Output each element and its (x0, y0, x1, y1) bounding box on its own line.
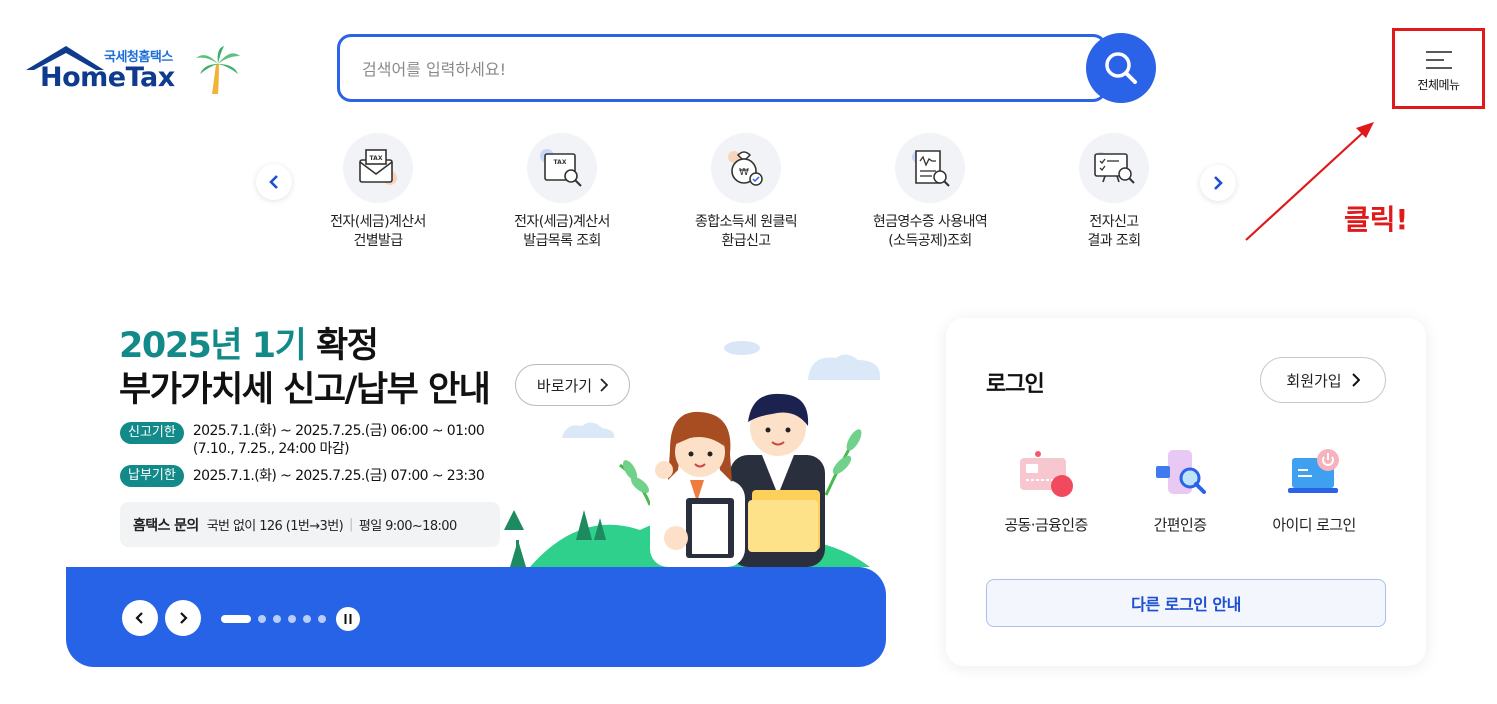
search-icon (1105, 52, 1137, 84)
quick-menu-label: 전자(세금)계산서 (514, 214, 610, 230)
all-menu-label: 전체메뉴 (1417, 78, 1460, 92)
login-option-simple-auth[interactable]: 간편인증 (1110, 446, 1250, 535)
search-box (337, 34, 1107, 102)
report-deadline-badge: 신고기한 (120, 422, 184, 444)
quick-menu-item-invoice-list[interactable]: TAX 전자(세금)계산서발급목록 조회 (472, 133, 652, 251)
palm-tree-icon (196, 46, 240, 94)
login-panel: 로그인 회원가입 공동·금융인증 간편인증 아이디 로그인 다른 로그인 안내 (946, 318, 1426, 666)
quick-menu-label: 현금영수증 사용내역 (872, 214, 988, 230)
banner-title-part1: 확정 (316, 326, 379, 366)
annotation-click-text: 클릭! (1344, 203, 1409, 236)
svg-text:TAX: TAX (554, 159, 567, 166)
chevron-left-icon (135, 612, 143, 624)
pay-deadline-row: 납부기한 2025.7.1.(화) ~ 2025.7.25.(금) 07:00 … (120, 465, 485, 487)
pay-deadline-badge: 납부기한 (120, 465, 184, 487)
logo-title: HomeTax (40, 62, 175, 93)
report-deadline-row: 신고기한 2025.7.1.(화) ~ 2025.7.25.(금) 06:00 … (120, 422, 485, 458)
banner-title-line2: 부가가치세 신고/납부 안내 (119, 370, 491, 410)
banner-illustration (504, 341, 881, 567)
chevron-right-icon (180, 612, 188, 624)
quick-menu-label: 건별발급 (353, 233, 403, 249)
inquiry-phone: 국번 없이 126 (1번→3번) (206, 519, 344, 534)
slide-indicator[interactable] (303, 615, 311, 623)
quick-menu-item-cash-receipt[interactable]: 현금영수증 사용내역 (소득공제)조회 (840, 133, 1020, 251)
quick-menu-item-income-refund[interactable]: ₩ 종합소득세 원클릭환급신고 (656, 133, 836, 251)
login-option-label: 아이디 로그인 (1272, 516, 1356, 534)
quick-menu-next-button[interactable] (1200, 165, 1236, 201)
quick-menu-item-e-filing-result[interactable]: 전자신고결과 조회 (1024, 133, 1204, 251)
slide-indicator[interactable] (258, 615, 266, 623)
login-option-id-login[interactable]: 아이디 로그인 (1244, 446, 1384, 535)
quick-menu-label: (소득공제)조회 (888, 233, 972, 249)
tax-search-icon: TAX (527, 133, 597, 203)
phone-search-icon (1156, 450, 1206, 494)
banner-title-accent: 2025년 1기 (119, 326, 307, 366)
certificate-card-icon (1020, 451, 1073, 497)
chevron-right-icon (1214, 176, 1223, 190)
banner-next-button[interactable] (165, 600, 201, 636)
inquiry-hours: 평일 9:00~18:00 (358, 519, 457, 534)
hometax-main-page: 국세청홈택스 HomeTax 전체메뉴 클릭! (0, 0, 1497, 704)
pause-icon (344, 614, 352, 624)
quick-menu-label: 전자(세금)계산서 (330, 214, 426, 230)
report-deadline-note: (7.10., 7.25., 24:00 마감) (192, 441, 350, 457)
all-menu-button[interactable]: 전체메뉴 (1392, 28, 1485, 109)
quick-menu-item-invoice-issue[interactable]: TAX 전자(세금)계산서건별발급 (288, 133, 468, 251)
login-option-label: 간편인증 (1153, 516, 1207, 534)
report-deadline-text: 2025.7.1.(화) ~ 2025.7.25.(금) 06:00 ~ 01:… (192, 423, 485, 439)
chevron-right-icon (1351, 373, 1360, 387)
quick-menu-label: 결과 조회 (1087, 233, 1142, 249)
banner-prev-button[interactable] (122, 600, 158, 636)
quick-menu-label: 전자신고 (1089, 214, 1139, 230)
monitor-check-icon (1079, 133, 1149, 203)
search-input[interactable] (362, 55, 1042, 83)
slide-indicator-active[interactable] (221, 615, 251, 623)
inquiry-title: 홈택스 문의 (133, 517, 199, 534)
svg-text:₩: ₩ (739, 167, 749, 178)
chevron-left-icon (269, 175, 278, 189)
inquiry-separator: | (349, 517, 353, 532)
hometax-logo[interactable]: 국세청홈택스 HomeTax (26, 42, 246, 98)
slide-indicator[interactable] (318, 615, 326, 623)
login-option-label: 공동·금융인증 (1004, 516, 1088, 534)
join-button[interactable]: 회원가입 (1260, 357, 1386, 403)
join-button-label: 회원가입 (1286, 371, 1342, 390)
slide-indicator[interactable] (273, 615, 281, 623)
inquiry-box: 홈택스 문의 국번 없이 126 (1번→3번) | 평일 9:00~18:00 (120, 502, 500, 547)
slide-indicator[interactable] (288, 615, 296, 623)
login-option-certificate[interactable]: 공동·금융인증 (976, 446, 1116, 535)
hamburger-icon (1425, 51, 1452, 69)
quick-menu-prev-button[interactable] (256, 164, 292, 200)
login-title: 로그인 (986, 372, 1045, 397)
svg-text:TAX: TAX (370, 155, 383, 162)
search-button[interactable] (1086, 33, 1156, 103)
banner-title: 2025년 1기 확정 부가가치세 신고/납부 안내 (119, 324, 491, 412)
pay-deadline-text: 2025.7.1.(화) ~ 2025.7.25.(금) 07:00 ~ 23:… (192, 468, 485, 484)
tax-envelope-icon: TAX (343, 133, 413, 203)
receipt-search-icon (895, 133, 965, 203)
money-bag-icon: ₩ (711, 133, 781, 203)
quick-menu-label: 종합소득세 원클릭 (694, 214, 798, 230)
laptop-power-icon (1288, 449, 1339, 493)
quick-menu-label: 환급신고 (721, 233, 771, 249)
banner-pause-button[interactable] (336, 607, 360, 631)
other-login-guide-button[interactable]: 다른 로그인 안내 (986, 579, 1386, 627)
quick-menu-label: 발급목록 조회 (523, 233, 601, 249)
